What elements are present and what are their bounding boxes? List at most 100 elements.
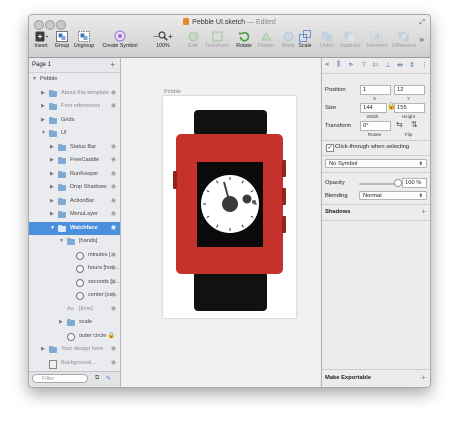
position-y-field[interactable]: 12	[394, 85, 425, 95]
layer-row[interactable]: ▶ Status Bar ◉	[29, 141, 120, 155]
layer-row[interactable]: ▶ ActionBar ◉	[29, 195, 120, 209]
difference-button[interactable]: Difference	[391, 30, 417, 49]
align-left-icon[interactable]: ⫷	[325, 61, 329, 69]
make-exportable-label[interactable]: Make Exportable	[325, 375, 371, 381]
align-options-icon[interactable]: ⋮	[421, 61, 428, 69]
disclosure-closed-icon[interactable]: ▶	[41, 343, 45, 357]
pencil-icon[interactable]: ✎	[106, 375, 111, 382]
layer-row[interactable]: ▶ About this template ◉	[29, 87, 120, 101]
layer-row[interactable]: ▼ [hands]	[29, 235, 120, 249]
layer-row[interactable]: ▶ Your design here ◉	[29, 343, 120, 357]
layer-row[interactable]: ▶ RunKeeper ◉	[29, 168, 120, 182]
visibility-eye-icon[interactable]: ◉	[111, 154, 116, 168]
visibility-eye-icon[interactable]: ◉	[111, 289, 116, 303]
union-button[interactable]: Union	[318, 30, 336, 49]
distribute-vertical-icon[interactable]: ⇕	[409, 61, 415, 69]
width-field[interactable]: 144	[360, 103, 387, 113]
zoom-in-icon[interactable]: +	[168, 32, 173, 41]
subtract-button[interactable]: Subtract	[338, 30, 362, 49]
blending-select[interactable]: Normal ⬍	[359, 191, 427, 200]
filter-input[interactable]: Filter	[32, 374, 88, 383]
disclosure-closed-icon[interactable]: ▶	[41, 87, 45, 101]
add-page-icon[interactable]: +	[110, 58, 115, 72]
visibility-eye-icon[interactable]: ◉	[111, 222, 116, 236]
disclosure-open-icon[interactable]: ▼	[59, 235, 64, 249]
disclosure-open-icon[interactable]: ▼	[50, 222, 55, 236]
layer-row[interactable]: ▼ Watchface ◉	[29, 221, 120, 236]
layer-row[interactable]: outer circle 🔒	[29, 330, 120, 344]
transform-button[interactable]: Transform	[204, 30, 230, 49]
visibility-eye-icon[interactable]: ◉	[111, 262, 116, 276]
click-through-checkbox[interactable]: ✓	[326, 144, 334, 152]
add-shadow-icon[interactable]: +	[421, 207, 426, 216]
intersect-button[interactable]: Intersect	[364, 30, 390, 49]
visibility-eye-icon[interactable]: ◉	[111, 168, 116, 182]
visibility-eye-icon[interactable]: ◉	[111, 249, 116, 263]
mask-button[interactable]: Mask	[281, 30, 295, 49]
disclosure-closed-icon[interactable]: ▶	[50, 154, 54, 168]
opacity-slider-track[interactable]	[359, 183, 397, 185]
rotate-field[interactable]: 0°	[360, 121, 391, 131]
visibility-eye-icon[interactable]: ◉	[111, 141, 116, 155]
disclosure-closed-icon[interactable]: ▶	[41, 114, 45, 128]
layer-row[interactable]: minutes [... ◉	[29, 249, 120, 263]
layer-row[interactable]: Background... ◉	[29, 357, 120, 371]
insert-button[interactable]: Insert	[32, 30, 50, 49]
disclosure-closed-icon[interactable]: ▶	[50, 141, 54, 155]
layer-row[interactable]: ▶ scale	[29, 316, 120, 330]
fullscreen-icon[interactable]: ⤢	[419, 19, 425, 27]
symbol-select[interactable]: No Symbol ⬍	[325, 159, 427, 168]
align-center-icon[interactable]: ⫼	[337, 61, 340, 69]
add-export-icon[interactable]: +	[421, 373, 426, 382]
group-button[interactable]: Group	[54, 30, 70, 49]
visibility-eye-icon[interactable]: ◉	[111, 303, 116, 317]
zoom-control[interactable]: − + 100%	[148, 30, 178, 49]
layer-row[interactable]: Aa [time] ◉	[29, 303, 120, 317]
layer-row[interactable]: ▶ Drop Shadows ◉	[29, 181, 120, 195]
lock-icon[interactable]: 🔒	[108, 330, 115, 344]
disclosure-open-icon[interactable]: ▼	[41, 127, 46, 141]
export-icon[interactable]: ⧉	[95, 375, 99, 382]
distribute-horizontal-icon[interactable]: ⇹	[397, 61, 403, 69]
disclosure-open-icon[interactable]: ▼	[32, 73, 37, 87]
disclosure-closed-icon[interactable]: ▶	[50, 195, 54, 209]
artboard-label[interactable]: Pebble	[164, 89, 181, 95]
align-bottom-icon[interactable]: ⊥	[385, 61, 391, 69]
visibility-eye-icon[interactable]: ◉	[111, 208, 116, 222]
ungroup-button[interactable]: Ungroup	[73, 30, 95, 49]
layer-row[interactable]: ▶ MenuLayer ◉	[29, 208, 120, 222]
align-top-icon[interactable]: ⊤	[361, 61, 367, 69]
canvas[interactable]: Pebble	[121, 58, 320, 387]
flatten-button[interactable]: Flatten	[256, 30, 276, 49]
scale-button[interactable]: Scale	[297, 30, 313, 49]
disclosure-closed-icon[interactable]: ▶	[41, 100, 45, 114]
disclosure-closed-icon[interactable]: ▶	[50, 181, 54, 195]
toolbar-overflow-button[interactable]: »	[420, 35, 424, 44]
visibility-eye-icon[interactable]: ◉	[111, 276, 116, 290]
page-selector[interactable]: Page 1 +	[29, 58, 120, 73]
layer-row[interactable]: ▶ Font references ◉	[29, 100, 120, 114]
visibility-eye-icon[interactable]: ◉	[111, 195, 116, 209]
visibility-eye-icon[interactable]: ◉	[111, 343, 116, 357]
layer-row[interactable]: center [ce... ◉	[29, 289, 120, 303]
layer-row[interactable]: ▶ FreeCaddie ◉	[29, 154, 120, 168]
create-symbol-button[interactable]: Create Symbol	[100, 30, 140, 49]
visibility-eye-icon[interactable]: ◉	[111, 357, 116, 371]
layer-row[interactable]: seconds [s... ◉	[29, 276, 120, 290]
layer-row[interactable]: ▶ Grids	[29, 114, 120, 128]
height-field[interactable]: 155	[394, 103, 425, 113]
disclosure-closed-icon[interactable]: ▶	[59, 316, 63, 330]
edit-button[interactable]: Edit	[186, 30, 200, 49]
layer-row[interactable]: hours [hou... ◉	[29, 262, 120, 276]
position-x-field[interactable]: 1	[360, 85, 391, 95]
visibility-eye-icon[interactable]: ◉	[111, 181, 116, 195]
flip-horizontal-icon[interactable]: ⇆	[396, 120, 403, 129]
layer-row[interactable]: ▼ UI	[29, 127, 120, 141]
visibility-eye-icon[interactable]: ◉	[111, 100, 116, 114]
disclosure-closed-icon[interactable]: ▶	[50, 168, 54, 182]
flip-vertical-icon[interactable]: ⇅	[411, 120, 418, 129]
layer-row[interactable]: ▼ Pebble	[29, 73, 120, 87]
visibility-eye-icon[interactable]: ◉	[111, 87, 116, 101]
align-right-icon[interactable]: ⫸	[349, 61, 353, 69]
opacity-field[interactable]: 100 %	[402, 178, 427, 188]
